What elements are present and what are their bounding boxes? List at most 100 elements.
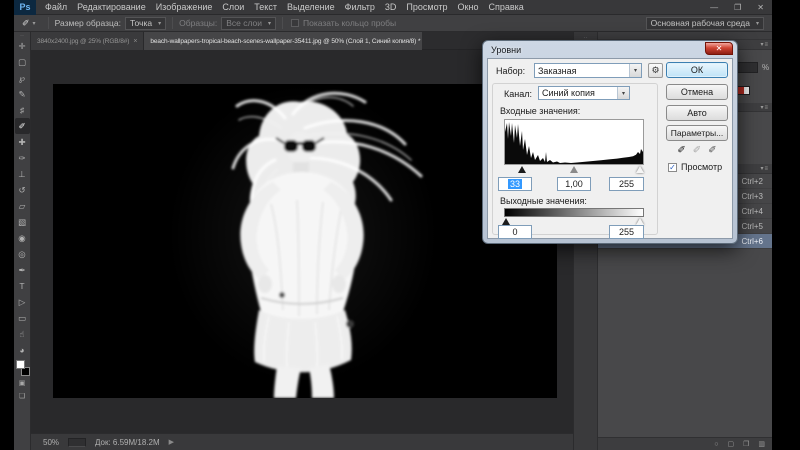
menu-3d[interactable]: 3D xyxy=(380,0,402,15)
input-white-field[interactable]: 255 xyxy=(609,177,644,191)
workspace-dropdown[interactable]: Основная рабочая среда ▾ xyxy=(646,17,764,30)
sample-size-label: Размер образца: xyxy=(55,18,121,28)
ok-button[interactable]: ОК xyxy=(666,62,728,78)
input-gamma-slider[interactable] xyxy=(570,166,578,173)
sample-size-dropdown[interactable]: Точка ▾ xyxy=(125,17,166,30)
sample-ring-label: Показать кольцо пробы xyxy=(303,18,396,28)
menu-view[interactable]: Просмотр xyxy=(401,0,452,15)
dropdown-arrow-icon: ▾ xyxy=(617,87,629,99)
tool-dodge[interactable]: ◎ xyxy=(15,246,30,262)
sample-ring-checkbox[interactable] xyxy=(291,19,299,27)
tool-pen[interactable]: ✒ xyxy=(15,262,30,278)
dialog-title-bar[interactable]: Уровни ✕ xyxy=(487,41,733,58)
tab-close-icon[interactable]: × xyxy=(133,38,137,45)
output-white-slider[interactable] xyxy=(636,218,644,225)
tool-marquee[interactable]: ▢ xyxy=(15,54,30,70)
auto-button[interactable]: Авто xyxy=(666,105,728,121)
dropdown-arrow-icon: ▾ xyxy=(629,64,641,77)
screen-mode-icon[interactable]: ❏ xyxy=(15,389,30,402)
menu-bar: Ps Файл Редактирование Изображение Слои … xyxy=(14,0,772,15)
letterbox-bar xyxy=(772,0,800,450)
tool-move[interactable]: ✛ xyxy=(15,38,30,54)
zoom-level-field[interactable]: 50% xyxy=(43,438,59,447)
dialog-title: Уровни xyxy=(487,45,521,55)
menu-edit[interactable]: Редактирование xyxy=(72,0,151,15)
output-black-slider[interactable] xyxy=(502,218,510,225)
panel-menu-icon[interactable]: ▾≡ xyxy=(760,165,769,172)
status-options-arrow-icon[interactable]: ▶ xyxy=(169,438,174,446)
menu-type[interactable]: Текст xyxy=(249,0,282,15)
status-bar: 50% Док: 6.59M/18.2M ▶ xyxy=(31,433,573,450)
input-black-slider[interactable] xyxy=(518,166,526,173)
menu-image[interactable]: Изображение xyxy=(151,0,218,15)
histogram xyxy=(504,119,644,165)
tool-brush[interactable]: ✑ xyxy=(15,150,30,166)
output-white-field[interactable]: 255 xyxy=(609,225,644,239)
input-white-slider[interactable] xyxy=(636,166,644,173)
tool-lasso[interactable]: ℘ xyxy=(15,70,30,86)
menu-file[interactable]: Файл xyxy=(40,0,72,15)
menu-filter[interactable]: Фильтр xyxy=(340,0,380,15)
document-size-info: Док: 6.59M/18.2M xyxy=(95,438,160,447)
menu-layers[interactable]: Слои xyxy=(217,0,249,15)
load-selection-icon[interactable]: ○ xyxy=(714,441,718,448)
tool-shape[interactable]: ▭ xyxy=(15,310,30,326)
tool-crop[interactable]: ♯ xyxy=(15,102,30,118)
tool-healing-brush[interactable]: ✚ xyxy=(15,134,30,150)
tool-clone-stamp[interactable]: ⊥ xyxy=(15,166,30,182)
preview-checkbox[interactable]: ✓ xyxy=(668,163,677,172)
channel-dropdown[interactable]: Синий копия ▾ xyxy=(538,86,630,100)
preview-option: ✓ Просмотр xyxy=(668,162,722,172)
samples-dropdown[interactable]: Все слои ▾ xyxy=(221,17,276,30)
document-tab[interactable]: 3840x2400.jpg @ 25% (RGB/8#) × xyxy=(31,32,144,50)
dialog-close-button[interactable]: ✕ xyxy=(705,42,733,55)
menu-select[interactable]: Выделение xyxy=(282,0,340,15)
tool-eraser[interactable]: ▱ xyxy=(15,198,30,214)
panel-menu-icon[interactable]: ▾≡ xyxy=(760,41,769,48)
tool-type[interactable]: T xyxy=(15,278,30,294)
tool-history-brush[interactable]: ↺ xyxy=(15,182,30,198)
dropdown-arrow-icon: ▾ xyxy=(268,20,271,27)
tool-quick-select[interactable]: ✎ xyxy=(15,86,30,102)
output-black-field[interactable]: 0 xyxy=(498,225,532,239)
tool-preset-caret-icon[interactable]: ▾ xyxy=(33,20,42,27)
white-point-eyedropper-icon[interactable]: ✐ xyxy=(708,145,716,156)
save-mask-icon[interactable]: ▢ xyxy=(727,440,734,448)
close-button[interactable]: ✕ xyxy=(749,0,772,15)
black-point-eyedropper-icon[interactable]: ✐ xyxy=(677,145,685,156)
tool-zoom[interactable]: ◕ xyxy=(15,342,30,358)
document-tab-active[interactable]: beach-wallpapers-tropical-beach-scenes-w… xyxy=(144,32,422,50)
dock-grip-icon[interactable]: ‥ xyxy=(574,32,597,40)
histogram-plot xyxy=(505,120,643,164)
output-levels-label: Выходные значения: xyxy=(500,196,587,206)
menu-window[interactable]: Окно xyxy=(453,0,484,15)
foreground-color-swatch[interactable] xyxy=(16,360,25,369)
options-button[interactable]: Параметры... xyxy=(666,125,728,141)
gray-point-eyedropper-icon[interactable]: ✐ xyxy=(693,145,701,156)
input-gamma-field[interactable]: 1,00 xyxy=(557,177,591,191)
opacity-value-box[interactable] xyxy=(736,62,758,73)
color-swatches[interactable] xyxy=(15,360,30,376)
delete-channel-icon[interactable]: ▥ xyxy=(758,440,765,448)
panel-menu-icon[interactable]: ▾≡ xyxy=(760,104,769,111)
opacity-unit-label: % xyxy=(762,63,769,72)
dialog-body: Набор: Заказная ▾ ⚙ ОК Отмена Авто Парам… xyxy=(487,58,733,239)
cancel-button[interactable]: Отмена xyxy=(666,84,728,100)
restore-button[interactable]: ❐ xyxy=(726,0,749,15)
input-levels-label: Входные значения: xyxy=(500,106,580,116)
tool-blur[interactable]: ◉ xyxy=(15,230,30,246)
minimize-button[interactable]: — xyxy=(702,0,726,15)
new-channel-icon[interactable]: ❐ xyxy=(743,440,749,448)
channel-label: Канал: xyxy=(504,89,532,99)
menu-help[interactable]: Справка xyxy=(483,0,528,15)
eyedropper-tool-icon[interactable]: ✐ xyxy=(14,18,33,29)
preset-options-gear-icon[interactable]: ⚙ xyxy=(648,63,663,78)
tool-eyedropper[interactable]: ✐ xyxy=(15,118,30,134)
tool-hand[interactable]: ☝ xyxy=(15,326,30,342)
preset-dropdown[interactable]: Заказная ▾ xyxy=(534,63,642,78)
input-black-field[interactable]: 33 xyxy=(498,177,532,191)
quick-mask-icon[interactable]: ▣ xyxy=(15,376,30,389)
tool-gradient[interactable]: ▧ xyxy=(15,214,30,230)
preset-label: Набор: xyxy=(496,66,525,76)
tool-path-select[interactable]: ▷ xyxy=(15,294,30,310)
